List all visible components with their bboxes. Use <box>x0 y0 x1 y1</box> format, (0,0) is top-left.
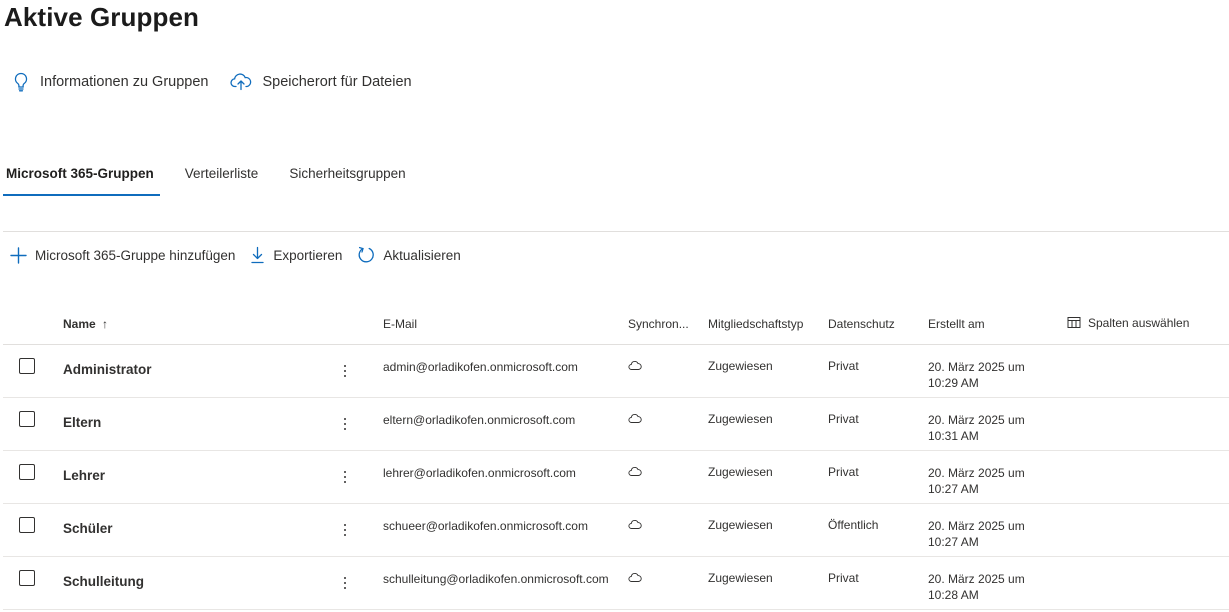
column-header-membership[interactable]: Mitgliedschaftstyp <box>708 317 803 331</box>
group-info-label: Informationen zu Gruppen <box>40 74 209 90</box>
group-name[interactable]: Schüler <box>63 521 113 536</box>
column-header-sync[interactable]: Synchron... <box>628 317 689 331</box>
row-checkbox[interactable] <box>19 517 35 533</box>
cloud-upload-icon <box>230 73 252 91</box>
active-groups-page: Aktive Gruppen Informationen zu Gruppen … <box>0 0 1229 612</box>
more-options-icon[interactable] <box>337 358 353 384</box>
privacy-value: Privat <box>828 571 859 585</box>
refresh-button[interactable]: Aktualisieren <box>357 244 461 266</box>
privacy-value: Privat <box>828 412 859 426</box>
group-email: schulleitung@orladikofen.onmicrosoft.com <box>383 572 609 586</box>
cloud-icon <box>628 572 642 586</box>
membership-type: Zugewiesen <box>708 412 773 426</box>
group-name[interactable]: Eltern <box>63 415 101 430</box>
download-icon <box>251 246 265 264</box>
column-name-label: Name <box>63 317 96 331</box>
privacy-value: Öffentlich <box>828 518 879 532</box>
info-links: Informationen zu Gruppen Speicherort für… <box>12 72 434 92</box>
created-date: 20. März 2025 um 10:29 AM <box>928 360 1025 390</box>
membership-type: Zugewiesen <box>708 518 773 532</box>
table-row[interactable]: Schulleitung schulleitung@orladikofen.on… <box>3 557 1229 610</box>
more-options-icon[interactable] <box>337 570 353 596</box>
table-row[interactable]: Administrator admin@orladikofen.onmicros… <box>3 345 1229 398</box>
cloud-icon <box>628 519 642 533</box>
refresh-label: Aktualisieren <box>383 247 461 263</box>
refresh-icon <box>359 246 375 263</box>
table-row[interactable]: Lehrer lehrer@orladikofen.onmicrosoft.co… <box>3 451 1229 504</box>
more-options-icon[interactable] <box>337 464 353 490</box>
choose-columns-button[interactable]: Spalten auswählen <box>1067 316 1189 330</box>
command-toolbar: Microsoft 365-Gruppe hinzufügen Exportie… <box>10 244 476 266</box>
created-date: 20. März 2025 um 10:31 AM <box>928 413 1025 443</box>
group-tabs: Microsoft 365-Gruppen Verteilerliste Sic… <box>3 160 434 196</box>
privacy-value: Privat <box>828 359 859 373</box>
column-options-icon <box>1067 317 1081 328</box>
column-header-email[interactable]: E-Mail <box>383 317 417 331</box>
more-options-icon[interactable] <box>337 517 353 543</box>
plus-icon <box>10 246 27 264</box>
group-info-link[interactable]: Informationen zu Gruppen <box>12 72 208 92</box>
page-title: Aktive Gruppen <box>4 2 199 32</box>
column-header-privacy[interactable]: Datenschutz <box>828 317 895 331</box>
column-header-created[interactable]: Erstellt am <box>928 317 985 331</box>
group-email: admin@orladikofen.onmicrosoft.com <box>383 360 578 374</box>
row-checkbox[interactable] <box>19 358 35 374</box>
add-group-button[interactable]: Microsoft 365-Gruppe hinzufügen <box>10 244 235 266</box>
sort-ascending-icon: ↑ <box>102 317 109 331</box>
row-checkbox[interactable] <box>19 570 35 586</box>
created-date: 20. März 2025 um 10:27 AM <box>928 519 1025 549</box>
tab-distribution-list[interactable]: Verteilerliste <box>182 160 262 196</box>
row-checkbox[interactable] <box>19 411 35 427</box>
export-button[interactable]: Exportieren <box>250 244 342 266</box>
tab-security-groups[interactable]: Sicherheitsgruppen <box>286 160 408 196</box>
row-checkbox[interactable] <box>19 464 35 480</box>
choose-columns-label: Spalten auswählen <box>1088 316 1190 330</box>
groups-table: Name ↑ E-Mail Synchron... Mitgliedschaft… <box>3 304 1229 610</box>
table-row[interactable]: Eltern eltern@orladikofen.onmicrosoft.co… <box>3 398 1229 451</box>
group-email: lehrer@orladikofen.onmicrosoft.com <box>383 466 576 480</box>
cloud-icon <box>628 413 642 427</box>
group-name[interactable]: Lehrer <box>63 468 105 483</box>
table-row[interactable]: Schüler schueer@orladikofen.onmicrosoft.… <box>3 504 1229 557</box>
group-email: schueer@orladikofen.onmicrosoft.com <box>383 519 588 533</box>
created-date: 20. März 2025 um 10:28 AM <box>928 572 1025 602</box>
membership-type: Zugewiesen <box>708 571 773 585</box>
cloud-icon <box>628 360 642 374</box>
group-name[interactable]: Schulleitung <box>63 574 144 589</box>
tab-divider <box>3 231 1229 232</box>
more-options-icon[interactable] <box>337 411 353 437</box>
created-date: 20. März 2025 um 10:27 AM <box>928 466 1025 496</box>
export-label: Exportieren <box>273 247 343 263</box>
add-group-label: Microsoft 365-Gruppe hinzufügen <box>35 247 236 263</box>
lightbulb-icon <box>14 72 28 92</box>
column-header-name[interactable]: Name ↑ <box>63 317 108 331</box>
privacy-value: Privat <box>828 465 859 479</box>
group-name[interactable]: Administrator <box>63 362 152 377</box>
group-email: eltern@orladikofen.onmicrosoft.com <box>383 413 576 427</box>
cloud-icon <box>628 466 642 480</box>
membership-type: Zugewiesen <box>708 465 773 479</box>
file-storage-label: Speicherort für Dateien <box>262 74 412 90</box>
tab-microsoft-365-groups[interactable]: Microsoft 365-Gruppen <box>3 160 160 196</box>
file-storage-link[interactable]: Speicherort für Dateien <box>230 72 412 92</box>
membership-type: Zugewiesen <box>708 359 773 373</box>
table-header: Name ↑ E-Mail Synchron... Mitgliedschaft… <box>3 304 1229 345</box>
